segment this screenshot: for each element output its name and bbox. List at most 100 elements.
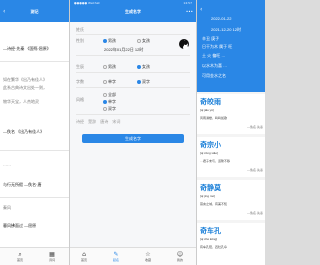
style-radio-double[interactable]: 双字 xyxy=(103,106,116,112)
name-meaning: …君子未与，道隆不移 xyxy=(200,159,231,163)
tab-label: 我的 xyxy=(176,258,183,262)
back-icon[interactable]: ‹ xyxy=(200,6,202,13)
divider xyxy=(0,150,69,151)
page-title: 生成名字 xyxy=(125,9,141,14)
pen-icon: ✎ xyxy=(113,251,119,258)
info-line: 以水木为喜 … xyxy=(202,63,228,68)
style-radio-all[interactable]: 全部 xyxy=(103,92,116,98)
more-icon[interactable]: ••• xyxy=(186,9,193,14)
name-card[interactable]: 奇静莫 [qí jìng mò] 莫言之城，有美不知 —佚名·先秦 xyxy=(197,180,265,220)
info-line: 日干为木 属于 旺 xyxy=(202,44,233,49)
radio-dot xyxy=(103,106,107,111)
home-icon: ⌂ xyxy=(82,251,86,258)
name-meaning: 风雨满楼，鸣鸣如歌 xyxy=(200,116,228,120)
gender-radio-boy[interactable]: 男孩 xyxy=(103,38,116,44)
generate-button[interactable]: 生成名字 xyxy=(82,134,184,143)
tab-label: 起名 xyxy=(112,258,119,262)
divider xyxy=(76,87,190,88)
radio-label: 女孩 xyxy=(142,64,150,69)
radio-label: 单字 xyxy=(108,99,116,104)
name-card[interactable]: 奇皎雨 [qí jiǎo yǔ] 风雨满楼，鸣鸣如歌 —佚名·先秦 xyxy=(197,94,265,134)
name-title: 奇静莫 xyxy=(200,185,221,192)
tab-naming[interactable]: ✎ 起名 xyxy=(104,251,128,262)
tab-home[interactable]: ⌂ 首页 xyxy=(72,251,96,262)
clock-text: 14:57 xyxy=(183,1,192,5)
status-bar: ●●●●● WeChat 14:57 xyxy=(70,1,196,7)
top-bar: ‹ 测记 xyxy=(0,0,69,22)
user-icon: ☺ xyxy=(176,251,184,258)
chars-label: 字数 xyxy=(76,79,84,84)
radio-dot xyxy=(103,79,107,84)
name-card[interactable]: 奇宗小 [qí zōng xiǎo] …君子未与，道隆不移 —佚名·先秦 xyxy=(197,137,265,177)
tab-label: 首页 xyxy=(16,258,23,262)
radio-dot xyxy=(137,64,141,69)
info-line: 土 火 偏旺 … xyxy=(202,53,226,58)
list-item: 如在繁华《出乃有佳人》 xyxy=(3,77,47,82)
tab-label: 诗词 xyxy=(48,258,55,262)
list-item: 与行无所假 —佚名·唐 xyxy=(3,182,42,187)
yin-yang-icon xyxy=(179,39,189,50)
radio-label: 双字 xyxy=(142,79,150,84)
radio-dot xyxy=(137,38,141,43)
tab-poems[interactable]: ▦ 诗词 xyxy=(40,251,64,262)
divider xyxy=(76,55,190,56)
chars-radio-single[interactable]: 单字 xyxy=(103,79,116,85)
radio-label: 女孩 xyxy=(142,38,150,43)
radio-label: 男孩 xyxy=(108,64,116,69)
tab-label: 收藏 xyxy=(144,258,151,262)
chars-radio-double[interactable]: 双字 xyxy=(137,79,150,85)
name-title: 奇皎雨 xyxy=(200,99,221,106)
book-icon: ▦ xyxy=(49,251,55,258)
info-line: 辛丑 庚子 xyxy=(202,36,220,41)
radio-dot xyxy=(103,64,107,69)
name-pinyin: [qí chē kǒng] xyxy=(200,237,218,241)
surname-label: 姓氏 xyxy=(76,27,84,32)
source-option: 唐诗 xyxy=(100,119,109,124)
source-row[interactable]: 诗经 楚辞 唐诗 宋词 xyxy=(76,119,190,125)
info-line: 可用金水之名 xyxy=(202,73,226,78)
poem-list[interactable]: —诗经·先秦 《国殇·屈原》 如在繁华《出乃有佳人》 此系古典诗文出处一则， 物… xyxy=(0,22,69,247)
list-item: —佚名 《出乃有佳人》 xyxy=(3,129,45,134)
birth-radio-2[interactable]: 女孩 xyxy=(137,64,150,70)
datetime-text: 2021-12-20 12时 xyxy=(211,27,242,32)
birth-label: 生辰 xyxy=(76,64,84,69)
tab-favorites[interactable]: ☆ 收藏 xyxy=(136,251,160,262)
divider xyxy=(0,197,69,198)
radio-label: 单字 xyxy=(108,79,116,84)
list-item: 暮风拂面过 —屈原 xyxy=(3,223,37,228)
tab-bar: ⌂ 首页 ✎ 起名 ☆ 收藏 ☺ 我的 xyxy=(70,247,196,265)
date-text: 2022-01-22 xyxy=(211,16,232,21)
carrier-text: ●●●●● WeChat xyxy=(74,1,100,5)
phone-screen-3: ‹ 2022-01-22 2021-12-20 12时 辛丑 庚子 日干为木 属… xyxy=(197,0,265,265)
star-icon: ☆ xyxy=(145,251,151,258)
style-radio-single[interactable]: 单字 xyxy=(103,99,116,105)
name-card[interactable]: 奇车孔 [qí chē kǒng] 有车孔阳，四牡孔阜 xyxy=(197,223,265,265)
bazi-summary: ‹ 2022-01-22 2021-12-20 12时 辛丑 庚子 日干为木 属… xyxy=(197,0,265,92)
list-item: —诗经·先秦 《国殇·屈原》 xyxy=(3,46,51,51)
name-title: 奇车孔 xyxy=(200,228,221,235)
name-title: 奇宗小 xyxy=(200,142,221,149)
tab-profile[interactable]: ☺ 我的 xyxy=(168,251,192,262)
source-option: 诗经 xyxy=(76,119,84,124)
style-label: 风格 xyxy=(76,97,84,102)
radio-label: 男孩 xyxy=(108,38,116,43)
page-title: 测记 xyxy=(30,9,39,14)
phone-screen-2: ●●●●● WeChat 14:57 生成名字 ••• 姓氏 男孩 女孩 性别 … xyxy=(69,0,197,265)
name-pinyin: [qí jìng mò] xyxy=(200,194,215,198)
top-bar: ●●●●● WeChat 14:57 生成名字 ••• xyxy=(70,0,196,22)
radio-dot xyxy=(103,38,107,43)
list-item: 秦风 xyxy=(3,205,11,210)
birth-radio-1[interactable]: 男孩 xyxy=(103,64,116,70)
radio-dot xyxy=(137,79,141,84)
tab-home[interactable]: ⌕ 首页 xyxy=(8,251,32,262)
name-source: —佚名·先秦 xyxy=(247,125,263,129)
radio-label: 全部 xyxy=(108,92,116,97)
source-option: 楚辞 xyxy=(88,119,97,124)
tab-label: 首页 xyxy=(80,258,87,262)
name-pinyin: [qí zōng xiǎo] xyxy=(200,151,218,155)
gender-radio-girl[interactable]: 女孩 xyxy=(137,38,150,44)
source-option: 宋词 xyxy=(112,119,121,124)
gender-label: 性别 xyxy=(76,38,84,43)
name-meaning: 莫言之城，有美不知 xyxy=(200,202,228,206)
radio-dot xyxy=(103,99,107,104)
